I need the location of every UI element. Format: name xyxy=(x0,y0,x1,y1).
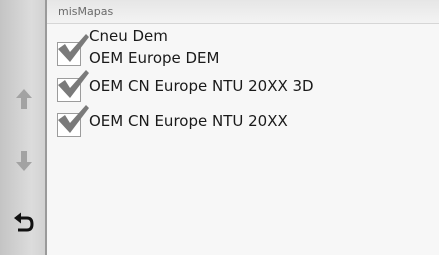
map-name: OEM CN Europe NTU 20XX xyxy=(89,112,288,130)
checkmark-icon xyxy=(58,70,89,98)
header-bar: misMapas xyxy=(47,0,439,24)
scroll-down-button[interactable] xyxy=(6,138,41,184)
map-item[interactable]: OEM CN Europe NTU 20XX 3D xyxy=(53,70,433,102)
back-button[interactable] xyxy=(6,200,41,246)
map-name: OEM CN Europe NTU 20XX 3D xyxy=(89,77,314,95)
map-list: Cneu Dem OEM Europe DEM OEM CN Europe NT… xyxy=(47,24,439,255)
map-name: Cneu Dem xyxy=(89,27,168,45)
checkmark-icon xyxy=(58,34,89,62)
map-name: OEM Europe DEM xyxy=(89,49,220,67)
page-title: misMapas xyxy=(58,5,114,18)
sidebar xyxy=(0,0,47,255)
map-item[interactable]: Cneu Dem OEM Europe DEM xyxy=(53,27,433,69)
map-settings-screen: misMapas Cneu Dem OEM Europe DEM OEM CN … xyxy=(0,0,439,255)
scroll-up-button[interactable] xyxy=(6,76,41,122)
arrow-down-icon xyxy=(15,151,32,171)
arrow-up-icon xyxy=(15,89,32,109)
checkmark-icon xyxy=(58,105,89,133)
back-arrow-icon xyxy=(13,212,34,232)
map-item[interactable]: OEM CN Europe NTU 20XX xyxy=(53,105,433,137)
